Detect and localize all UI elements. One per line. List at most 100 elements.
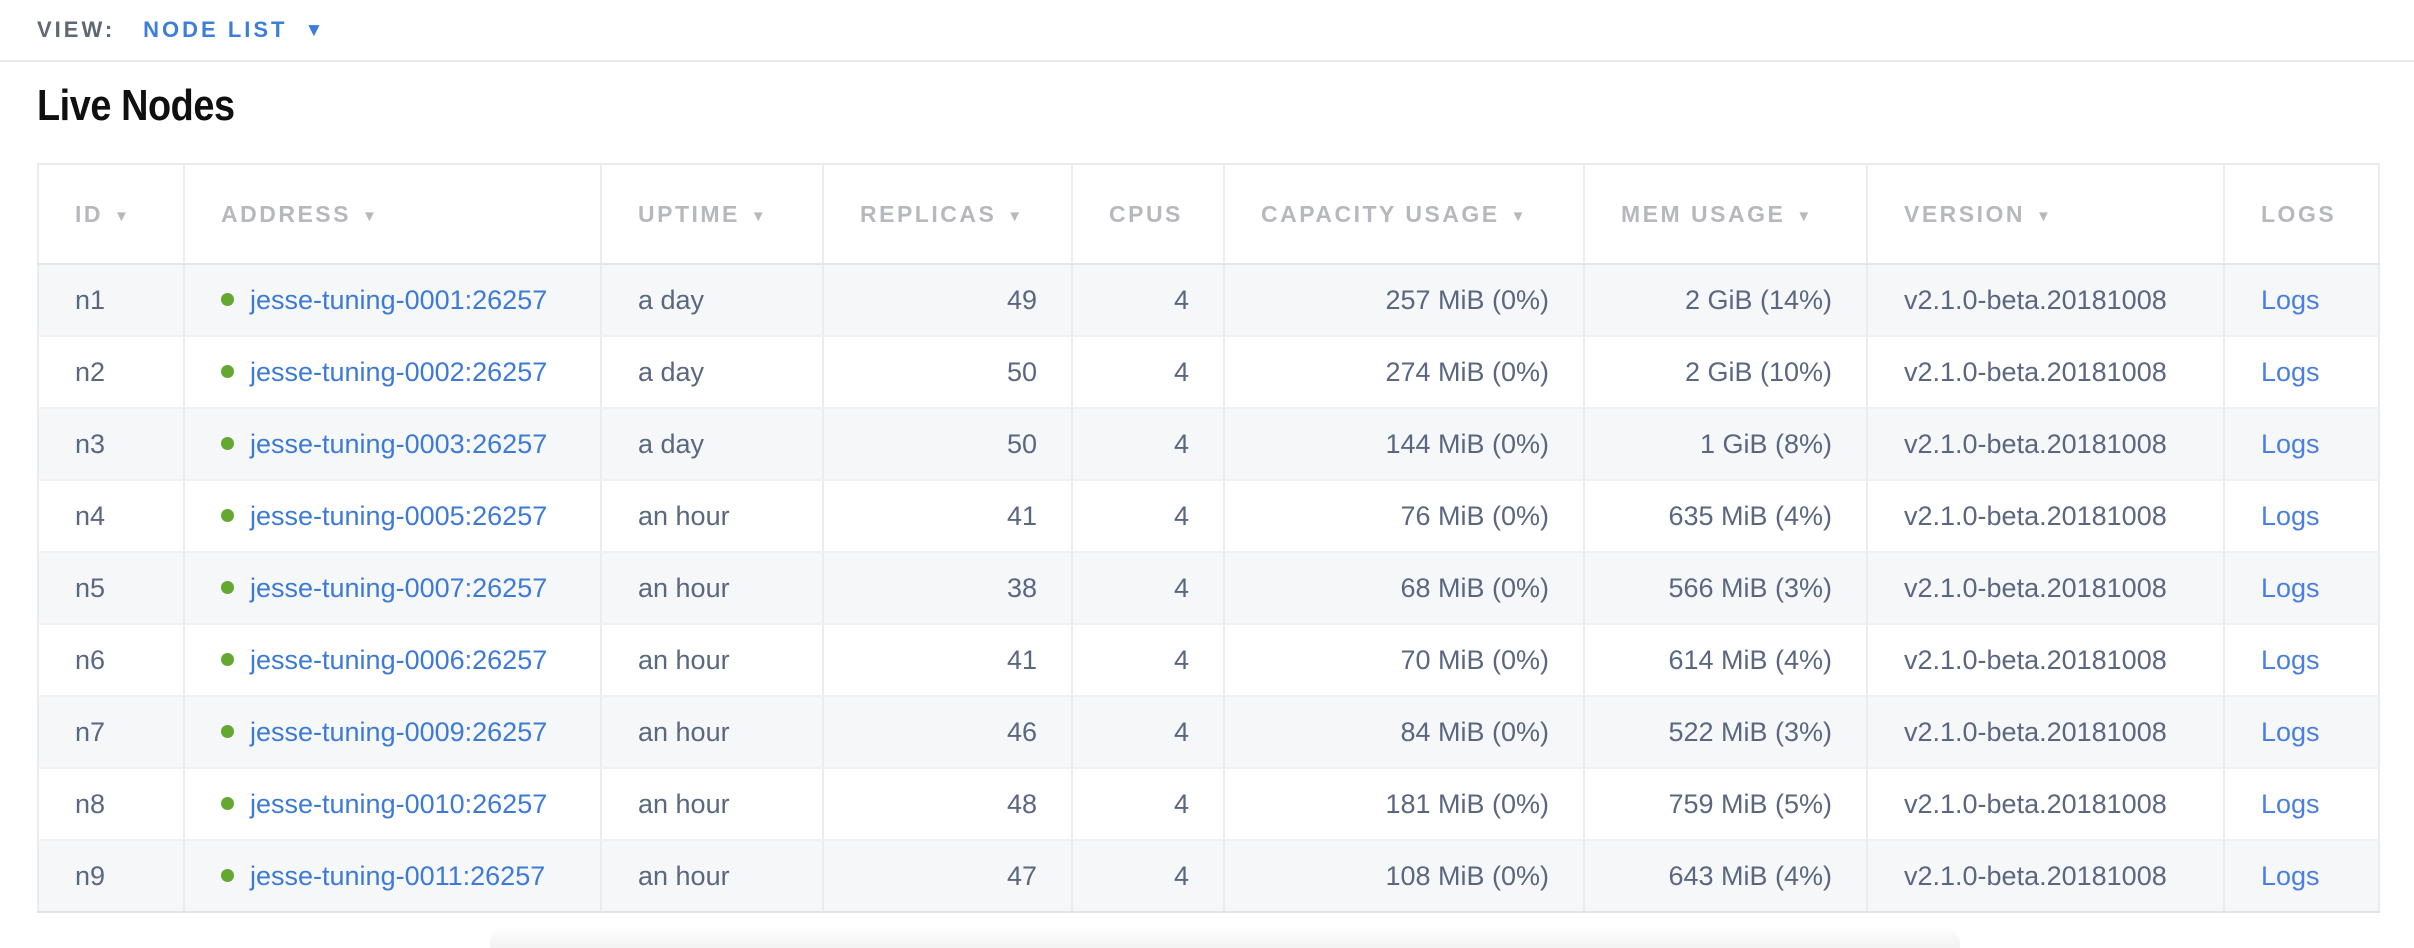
cell-uptime: an hour xyxy=(601,768,823,840)
node-logs-link[interactable]: Logs xyxy=(2261,573,2320,603)
cell-version: v2.1.0-beta.20181008 xyxy=(1867,768,2224,840)
table-row: n4 jesse-tuning-0005:26257 an hour 41 4 … xyxy=(38,480,2379,552)
column-header-address[interactable]: ADDRESS▼ xyxy=(184,164,601,264)
cell-cpus: 4 xyxy=(1072,480,1224,552)
column-header-capacity-usage[interactable]: CAPACITY USAGE▼ xyxy=(1224,164,1584,264)
node-logs-link[interactable]: Logs xyxy=(2261,501,2320,531)
column-header-logs: LOGS xyxy=(2224,164,2379,264)
node-address-link[interactable]: jesse-tuning-0003:26257 xyxy=(250,429,547,459)
cell-logs: Logs xyxy=(2224,696,2379,768)
cell-replicas: 50 xyxy=(823,336,1072,408)
column-header-version[interactable]: VERSION▼ xyxy=(1867,164,2224,264)
sort-arrow-icon: ▼ xyxy=(362,208,379,225)
column-header-uptime[interactable]: UPTIME▼ xyxy=(601,164,823,264)
cell-address: jesse-tuning-0001:26257 xyxy=(184,264,601,336)
table-header-row: ID▼ ADDRESS▼ UPTIME▼ REPLICAS▼ CPUS CAPA… xyxy=(38,164,2379,264)
cell-capacity-usage: 181 MiB (0%) xyxy=(1224,768,1584,840)
cell-replicas: 41 xyxy=(823,624,1072,696)
node-address-link[interactable]: jesse-tuning-0006:26257 xyxy=(250,645,547,675)
node-address-link[interactable]: jesse-tuning-0009:26257 xyxy=(250,717,547,747)
node-status-dot-icon xyxy=(221,581,234,594)
cell-logs: Logs xyxy=(2224,408,2379,480)
sort-arrow-icon: ▼ xyxy=(114,208,131,225)
cell-node-id: n3 xyxy=(38,408,184,480)
view-dropdown[interactable]: NODE LIST ▼ xyxy=(143,17,323,43)
view-dropdown-value[interactable]: NODE LIST xyxy=(143,17,287,43)
cell-version: v2.1.0-beta.20181008 xyxy=(1867,840,2224,912)
column-header-mem-usage[interactable]: MEM USAGE▼ xyxy=(1584,164,1867,264)
cell-cpus: 4 xyxy=(1072,624,1224,696)
cell-replicas: 50 xyxy=(823,408,1072,480)
cell-replicas: 46 xyxy=(823,696,1072,768)
cell-address: jesse-tuning-0006:26257 xyxy=(184,624,601,696)
node-logs-link[interactable]: Logs xyxy=(2261,645,2320,675)
cell-uptime: a day xyxy=(601,408,823,480)
cell-uptime: an hour xyxy=(601,696,823,768)
view-label: VIEW: xyxy=(37,17,115,43)
cell-logs: Logs xyxy=(2224,552,2379,624)
cell-address: jesse-tuning-0002:26257 xyxy=(184,336,601,408)
node-address-link[interactable]: jesse-tuning-0001:26257 xyxy=(250,285,547,315)
cell-logs: Logs xyxy=(2224,264,2379,336)
cell-mem-usage: 1 GiB (8%) xyxy=(1584,408,1867,480)
sort-arrow-icon: ▼ xyxy=(751,208,768,225)
chevron-down-icon: ▼ xyxy=(305,21,324,40)
column-header-replicas[interactable]: REPLICAS▼ xyxy=(823,164,1072,264)
node-status-dot-icon xyxy=(221,365,234,378)
cell-node-id: n7 xyxy=(38,696,184,768)
cell-capacity-usage: 68 MiB (0%) xyxy=(1224,552,1584,624)
cell-node-id: n1 xyxy=(38,264,184,336)
cell-version: v2.1.0-beta.20181008 xyxy=(1867,552,2224,624)
cell-node-id: n5 xyxy=(38,552,184,624)
cell-address: jesse-tuning-0003:26257 xyxy=(184,408,601,480)
cell-cpus: 4 xyxy=(1072,840,1224,912)
cell-mem-usage: 759 MiB (5%) xyxy=(1584,768,1867,840)
node-logs-link[interactable]: Logs xyxy=(2261,717,2320,747)
cell-version: v2.1.0-beta.20181008 xyxy=(1867,624,2224,696)
cell-address: jesse-tuning-0011:26257 xyxy=(184,840,601,912)
cell-version: v2.1.0-beta.20181008 xyxy=(1867,336,2224,408)
node-address-link[interactable]: jesse-tuning-0002:26257 xyxy=(250,357,547,387)
cell-version: v2.1.0-beta.20181008 xyxy=(1867,408,2224,480)
cell-node-id: n9 xyxy=(38,840,184,912)
cell-uptime: a day xyxy=(601,264,823,336)
node-status-dot-icon xyxy=(221,509,234,522)
table-row: n8 jesse-tuning-0010:26257 an hour 48 4 … xyxy=(38,768,2379,840)
cell-uptime: a day xyxy=(601,336,823,408)
cell-capacity-usage: 257 MiB (0%) xyxy=(1224,264,1584,336)
cell-node-id: n6 xyxy=(38,624,184,696)
cell-mem-usage: 614 MiB (4%) xyxy=(1584,624,1867,696)
cell-address: jesse-tuning-0005:26257 xyxy=(184,480,601,552)
node-logs-link[interactable]: Logs xyxy=(2261,357,2320,387)
node-address-link[interactable]: jesse-tuning-0010:26257 xyxy=(250,789,547,819)
cell-address: jesse-tuning-0010:26257 xyxy=(184,768,601,840)
table-row: n2 jesse-tuning-0002:26257 a day 50 4 27… xyxy=(38,336,2379,408)
node-status-dot-icon xyxy=(221,725,234,738)
node-status-dot-icon xyxy=(221,869,234,882)
node-address-link[interactable]: jesse-tuning-0005:26257 xyxy=(250,501,547,531)
node-address-link[interactable]: jesse-tuning-0011:26257 xyxy=(250,861,545,891)
cell-node-id: n2 xyxy=(38,336,184,408)
cell-capacity-usage: 274 MiB (0%) xyxy=(1224,336,1584,408)
cell-capacity-usage: 108 MiB (0%) xyxy=(1224,840,1584,912)
cell-version: v2.1.0-beta.20181008 xyxy=(1867,480,2224,552)
cell-uptime: an hour xyxy=(601,840,823,912)
cell-mem-usage: 635 MiB (4%) xyxy=(1584,480,1867,552)
node-logs-link[interactable]: Logs xyxy=(2261,861,2320,891)
node-logs-link[interactable]: Logs xyxy=(2261,285,2320,315)
table-row: n9 jesse-tuning-0011:26257 an hour 47 4 … xyxy=(38,840,2379,912)
node-logs-link[interactable]: Logs xyxy=(2261,429,2320,459)
cell-node-id: n4 xyxy=(38,480,184,552)
cell-replicas: 48 xyxy=(823,768,1072,840)
cell-capacity-usage: 144 MiB (0%) xyxy=(1224,408,1584,480)
live-nodes-table-wrap: ID▼ ADDRESS▼ UPTIME▼ REPLICAS▼ CPUS CAPA… xyxy=(37,163,2378,913)
node-logs-link[interactable]: Logs xyxy=(2261,789,2320,819)
cell-cpus: 4 xyxy=(1072,408,1224,480)
node-address-link[interactable]: jesse-tuning-0007:26257 xyxy=(250,573,547,603)
cell-replicas: 38 xyxy=(823,552,1072,624)
cell-logs: Logs xyxy=(2224,840,2379,912)
cell-capacity-usage: 84 MiB (0%) xyxy=(1224,696,1584,768)
cell-replicas: 47 xyxy=(823,840,1072,912)
cell-uptime: an hour xyxy=(601,552,823,624)
column-header-id[interactable]: ID▼ xyxy=(38,164,184,264)
